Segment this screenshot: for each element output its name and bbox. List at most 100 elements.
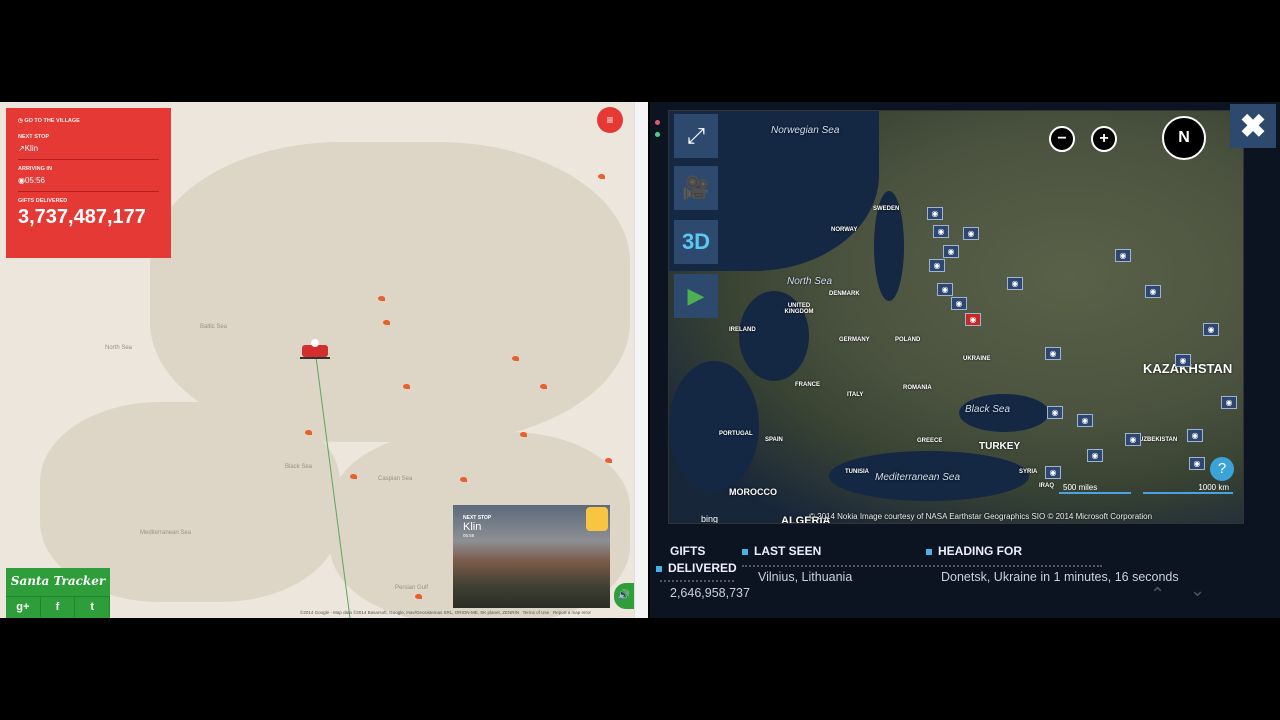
zoom-out-button[interactable]: − xyxy=(1049,126,1075,152)
fullscreen-button[interactable]: ⤢ xyxy=(674,114,718,158)
camera-marker[interactable]: ◉ xyxy=(1187,429,1203,442)
country-label: POLAND xyxy=(895,337,921,343)
location-marker[interactable] xyxy=(378,296,385,301)
camera-marker[interactable]: ◉ xyxy=(1115,249,1131,262)
location-marker[interactable] xyxy=(403,384,410,389)
location-marker[interactable] xyxy=(415,594,422,599)
divider xyxy=(660,580,734,582)
scrollbar[interactable] xyxy=(634,102,648,618)
attribution-text: ©2014 Google - Map data ©2014 Basarsoft,… xyxy=(300,610,519,615)
report-error-link[interactable]: Report a map error xyxy=(553,610,591,615)
country-label: PORTUGAL xyxy=(719,431,753,437)
santa-tracker-badge: Santa Tracker g+ f t xyxy=(6,568,111,618)
bing-logo: bing xyxy=(701,514,719,524)
status-light-green xyxy=(655,132,660,137)
divider xyxy=(742,565,1102,567)
country-label: TURKEY xyxy=(979,441,1021,452)
country-label: ITALY xyxy=(847,392,864,398)
satellite-map[interactable]: Norwegian Sea North Sea Black Sea Medite… xyxy=(668,110,1244,524)
camera-marker[interactable]: ◉ xyxy=(927,207,943,220)
camera-marker[interactable]: ◉ xyxy=(1189,457,1205,470)
facebook-share-icon[interactable]: f xyxy=(41,597,76,617)
sea-label: North Sea xyxy=(787,276,833,287)
country-label: IRAQ xyxy=(1039,483,1054,489)
scroll-up-icon[interactable]: ⌃ xyxy=(1150,584,1165,605)
next-stop-label: NEXT STOP xyxy=(18,134,50,140)
menu-button[interactable]: ≡ xyxy=(597,107,623,133)
arriving-label: ARRIVING IN xyxy=(18,166,52,172)
sea-area xyxy=(669,361,759,491)
gifts-label-line1: GIFTS xyxy=(670,544,706,558)
camera-marker[interactable]: ◉ xyxy=(1087,449,1103,462)
camera-marker[interactable]: ◉ xyxy=(1221,396,1237,409)
country-label: UKRAINE xyxy=(963,356,991,362)
country-label: SPAIN xyxy=(765,437,783,443)
camera-marker[interactable]: ◉ xyxy=(1007,277,1023,290)
camera-marker[interactable]: ◉ xyxy=(1045,466,1061,479)
camera-marker[interactable]: ◉ xyxy=(1145,285,1161,298)
compass-button[interactable]: N xyxy=(1162,116,1206,160)
scroll-down-icon[interactable]: ⌄ xyxy=(1190,580,1205,601)
camera-marker[interactable]: ◉ xyxy=(1047,406,1063,419)
location-marker[interactable] xyxy=(305,430,312,435)
map-attribution: © 2014 Nokia Image courtesy of NASA Eart… xyxy=(809,512,1153,521)
twitter-share-icon[interactable]: t xyxy=(75,597,111,617)
close-button[interactable]: ✖ xyxy=(1230,104,1276,148)
location-marker[interactable] xyxy=(605,458,612,463)
gifts-label-line2: DELIVERED xyxy=(668,561,737,575)
location-marker[interactable] xyxy=(350,474,357,479)
go-to-village-link[interactable]: ◷ GO TO THE VILLAGE xyxy=(18,118,159,124)
terms-link[interactable]: Terms of Use xyxy=(523,610,550,615)
google-plus-share-icon[interactable]: g+ xyxy=(6,597,41,617)
camera-marker[interactable]: ◉ xyxy=(1125,433,1141,446)
zoom-in-button[interactable]: + xyxy=(1091,126,1117,152)
country-label: IRELAND xyxy=(729,327,756,333)
location-marker[interactable] xyxy=(598,174,605,179)
3d-view-button[interactable]: 3D xyxy=(674,220,718,264)
stats-bar: GIFTS DELIVERED 2,646,958,737 LAST SEEN … xyxy=(650,532,1280,618)
location-marker[interactable] xyxy=(460,477,467,482)
next-stop-value: Klin xyxy=(24,144,39,153)
gifts-delivered-count: 2,646,958,737 xyxy=(670,586,750,600)
sea-label: Mediterranean Sea xyxy=(875,472,961,483)
country-label: DENMARK xyxy=(829,291,860,297)
help-button[interactable]: ? xyxy=(1210,457,1234,481)
scale-km: 1000 km xyxy=(1143,483,1233,494)
country-label: MOROCCO xyxy=(729,487,777,497)
country-label: TUNISIA xyxy=(845,469,869,475)
camera-marker[interactable]: ◉ xyxy=(937,283,953,296)
camera-marker[interactable]: ◉ xyxy=(929,259,945,272)
santa-info-card: ◷ GO TO THE VILLAGE NEXT STOP ↗Klin ARRI… xyxy=(6,108,171,258)
bullet-icon xyxy=(926,549,932,555)
scale-miles: 500 miles xyxy=(1059,483,1131,494)
country-label: SYRIA xyxy=(1019,469,1038,475)
norad-santa-tracker-panel: Norwegian Sea North Sea Black Sea Medite… xyxy=(650,102,1280,618)
location-marker[interactable] xyxy=(540,384,547,389)
location-marker[interactable] xyxy=(383,320,390,325)
camera-marker[interactable]: ◉ xyxy=(933,225,949,238)
next-stop-video-card[interactable]: NEXT STOP Klin 05:55 xyxy=(453,505,610,608)
arriving-value: 05:56 xyxy=(24,176,46,185)
camera-marker[interactable]: ◉ xyxy=(1175,354,1191,367)
camera-marker[interactable]: ◉ xyxy=(1045,347,1061,360)
camera-marker[interactable]: ◉ xyxy=(951,297,967,310)
clock-icon: ◉ xyxy=(18,176,25,185)
location-marker[interactable] xyxy=(520,432,527,437)
sound-button[interactable]: 🔊 xyxy=(614,583,634,609)
location-marker[interactable] xyxy=(512,356,519,361)
camera-marker[interactable]: ◉ xyxy=(943,245,959,258)
google-santa-tracker-panel: Baltic Sea North Sea Black Sea Caspian S… xyxy=(0,102,648,618)
camera-marker[interactable]: ◉ xyxy=(963,227,979,240)
santa-cam-button[interactable]: 🎥 xyxy=(674,166,718,210)
santa-tracker-title[interactable]: Santa Tracker xyxy=(6,568,110,596)
card-city: Klin xyxy=(463,521,482,533)
play-video-button[interactable]: ▶ xyxy=(674,274,718,318)
country-label: FRANCE xyxy=(795,382,820,388)
santa-sleigh-icon[interactable] xyxy=(298,338,332,360)
card-time: 05:55 xyxy=(463,533,475,538)
camera-marker[interactable]: ◉ xyxy=(1077,414,1093,427)
camera-marker[interactable]: ◉ xyxy=(1203,323,1219,336)
santa-location-marker[interactable]: ◉ xyxy=(965,313,981,326)
country-label: NORWAY xyxy=(831,227,858,233)
status-light-red xyxy=(655,120,660,125)
